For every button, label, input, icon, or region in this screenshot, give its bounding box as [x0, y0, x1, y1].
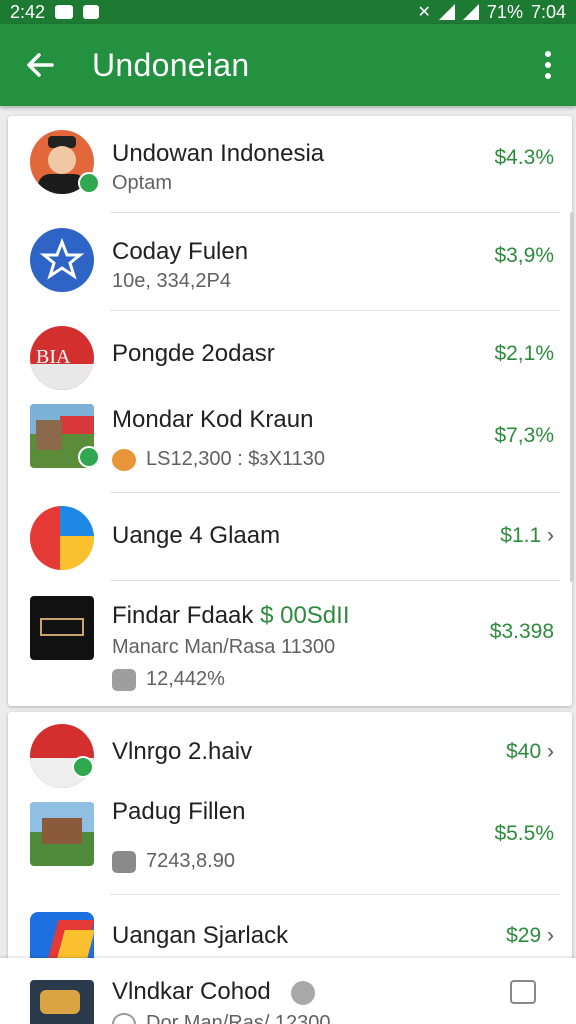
download-icon	[83, 5, 100, 19]
item-sub: Dor Man/Ras/ 12300	[146, 1012, 331, 1024]
colorful-logo-icon	[30, 506, 94, 570]
bottom-bar: Vlndkar Cohod Dor Man/Ras/ 12300	[0, 958, 576, 1024]
item-sub: Optam	[112, 172, 173, 194]
item-value: $4.3%	[494, 146, 554, 169]
item-value: $29	[506, 924, 542, 947]
verified-badge-icon	[72, 756, 94, 778]
chevron-right-icon: ›	[547, 524, 554, 547]
list-item[interactable]: BIA Pongde 2odasr $2,1%	[8, 310, 572, 390]
item-sub-line: LS12,300 : $зХ1130	[112, 448, 325, 471]
item-name: Findar Fdaak	[112, 602, 254, 629]
status-bar: 2:42 ✕ 71% 7:04	[0, 0, 576, 24]
list-card-1: Undowan Indonesia Optam $4.3% Coday Fule…	[8, 116, 572, 706]
item-sub2: 12,442%	[146, 668, 225, 690]
item-name: Uange 4 Glaam	[112, 522, 281, 549]
item-sub-line: Dor Man/Ras/ 12300	[112, 1012, 331, 1024]
list-item[interactable]: Coday Fulen 10e, 334,2P4 $3,9%	[8, 212, 572, 310]
coin-icon	[112, 448, 136, 471]
list-item[interactable]: Uange 4 Glaam $1.1 ›	[8, 492, 572, 580]
item-name: Vlndkar Cohod	[112, 978, 271, 1005]
back-button[interactable]	[0, 24, 80, 106]
item-name: Pongde 2odasr	[112, 340, 275, 367]
status-time-left: 2:42	[10, 1, 46, 22]
item-value: $3.398	[489, 620, 554, 643]
item-sub: 7243,8.90	[146, 850, 235, 872]
item-value: $3,9%	[494, 244, 554, 267]
list-item[interactable]: Undowan Indonesia Optam $4.3%	[8, 116, 572, 212]
handshake-icon	[112, 850, 136, 873]
battery-level: 71%	[486, 1, 523, 22]
chevron-right-icon: ›	[547, 740, 554, 763]
item-sub2-line: 12,442%	[112, 668, 225, 691]
list-item[interactable]: Vlnrgo 2.haiv $40 ›	[8, 712, 572, 794]
palace-photo-icon	[30, 802, 94, 866]
item-name: Uangan Sjarlack	[112, 922, 289, 949]
arrow-left-icon	[27, 53, 54, 77]
signal-icon	[438, 4, 455, 20]
item-name: Vlnrgo 2.haiv	[112, 738, 253, 765]
item-sub: Manarc Man/Rasa 11300	[112, 636, 336, 658]
edit-icon	[112, 668, 136, 691]
item-value-wrap: $29 ›	[506, 924, 554, 948]
star-logo-icon	[30, 228, 94, 292]
item-name: Mondar Kod Kraun	[112, 406, 314, 433]
clock-icon	[112, 1012, 136, 1024]
more-options-button[interactable]	[520, 24, 576, 106]
chevron-right-icon: ›	[547, 924, 554, 947]
list-item[interactable]: Mondar Kod Kraun LS12,300 : $зХ1130 $7,3…	[8, 388, 572, 492]
verified-badge-icon	[78, 172, 100, 194]
card-icon[interactable]	[510, 980, 536, 1004]
status-time-right: 7:04	[530, 1, 566, 22]
item-value: $7,3%	[494, 424, 554, 447]
scrollbar[interactable]	[570, 212, 574, 582]
item-value: $5.5%	[494, 822, 554, 845]
item-name: Padug Fillen	[112, 798, 246, 825]
item-name: Coday Fulen	[112, 238, 249, 265]
item-name-line: Vlndkar Cohod	[112, 978, 316, 1006]
page-title: Undoneian	[92, 46, 250, 83]
item-value: $2,1%	[494, 342, 554, 365]
item-value: $1.1	[500, 524, 542, 547]
status-dot-icon	[291, 980, 316, 1005]
item-name-extra: $ 00SdII	[260, 602, 350, 629]
list-item[interactable]: Findar Fdaak $ 00SdII Manarc Man/Rasa 11…	[8, 580, 572, 706]
app-bar: Undoneian	[0, 24, 576, 106]
item-value: $40	[506, 740, 542, 763]
signal-icon-2	[462, 4, 479, 20]
red-brand-logo-icon: BIA	[30, 326, 94, 390]
dark-brand-logo-icon	[30, 596, 94, 660]
item-name-line: Findar Fdaak $ 00SdII	[112, 602, 349, 630]
food-photo-icon	[30, 980, 94, 1024]
verified-badge-icon	[78, 446, 100, 468]
list-item[interactable]: Padug Fillen 7243,8.90 $5.5%	[8, 794, 572, 894]
item-sub: 10e, 334,2P4	[112, 270, 231, 292]
notification-icon	[55, 5, 74, 19]
item-value-wrap: $40 ›	[506, 740, 554, 764]
item-sub: LS12,300 : $зХ1130	[146, 448, 325, 470]
item-name: Undowan Indonesia	[112, 140, 325, 167]
list-item[interactable]: Uangan Sjarlack $29 ›	[8, 894, 572, 976]
item-sub-line: 7243,8.90	[112, 850, 235, 873]
list-item[interactable]: Vlndkar Cohod Dor Man/Ras/ 12300	[0, 958, 564, 1024]
item-value-wrap: $1.1 ›	[500, 524, 554, 548]
mute-icon: ✕	[417, 4, 431, 21]
